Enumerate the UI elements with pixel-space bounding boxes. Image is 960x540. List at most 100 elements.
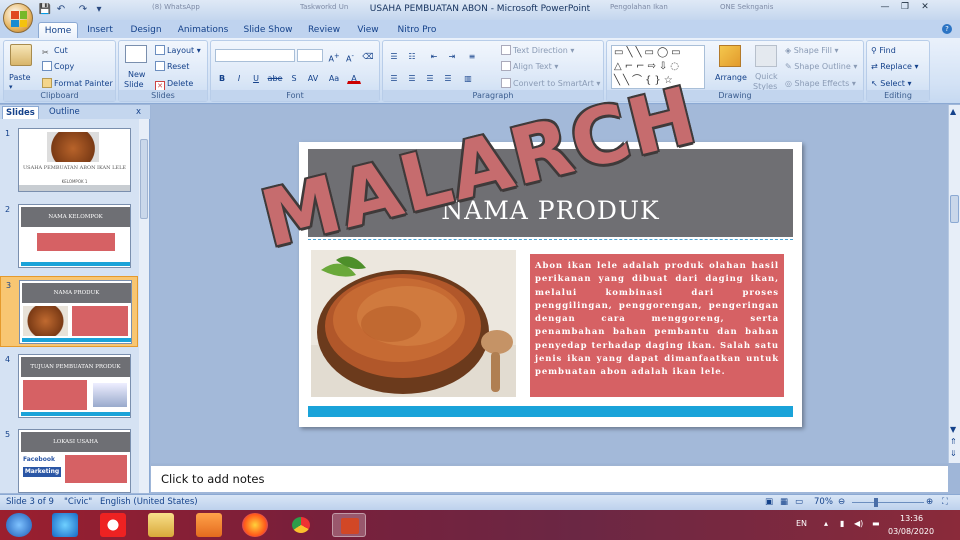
convert-smartart-button[interactable]: Convert to SmartArt ▾ [501, 78, 600, 89]
tab-review[interactable]: Review [306, 22, 342, 38]
abon-photo[interactable] [311, 250, 516, 397]
notes-pane[interactable]: Click to add notes [151, 464, 948, 492]
decrease-indent-icon[interactable]: ⇤ [427, 49, 441, 62]
numbering-icon[interactable]: ☷ [405, 49, 419, 62]
select-button[interactable]: ↖ Select ▾ [871, 78, 912, 89]
grow-font-icon[interactable]: A+ [327, 49, 341, 64]
align-center-icon[interactable]: ☰ [405, 71, 419, 84]
bullets-icon[interactable]: ☰ [387, 49, 401, 62]
shadow-button[interactable]: S [287, 71, 301, 84]
close-pane-icon[interactable]: x [136, 106, 141, 119]
input-language[interactable]: EN [796, 519, 807, 528]
tab-home[interactable]: Home [38, 22, 78, 38]
align-right-icon[interactable]: ☰ [423, 71, 437, 84]
tab-slide-show[interactable]: Slide Show [240, 22, 296, 38]
increase-indent-icon[interactable]: ⇥ [445, 49, 459, 62]
slide-thumbnail-2[interactable]: 2 NAMA KELOMPOK [0, 201, 138, 272]
line-spacing-icon[interactable]: ≡ [465, 49, 479, 62]
font-name-combo[interactable] [215, 49, 295, 62]
slide-thumbnail-1[interactable]: 1 USAHA PEMBUATAN ABON IKAN LELE KELOMPO… [0, 125, 138, 196]
layout-button[interactable]: Layout ▾ [155, 45, 201, 56]
tab-view[interactable]: View [352, 22, 384, 38]
battery-icon[interactable]: ▬ [872, 519, 880, 528]
clock-date[interactable]: 03/08/2020 [888, 527, 934, 536]
help-icon[interactable]: ? [942, 24, 952, 34]
start-button[interactable] [6, 513, 32, 537]
file-explorer-icon[interactable] [148, 513, 174, 537]
fit-to-window-icon[interactable]: ⛶ [942, 497, 948, 507]
slide-scrollbar[interactable]: ▲ ▼ ⇑ ⇓ [948, 105, 960, 463]
media-player-icon[interactable] [196, 513, 222, 537]
align-text-button[interactable]: Align Text ▾ [501, 61, 558, 72]
scrollbar-thumb[interactable] [140, 139, 148, 219]
shape-fill-button[interactable]: ◈ Shape Fill ▾ [785, 45, 839, 56]
scrollbar-thumb[interactable] [950, 195, 959, 223]
font-color-button[interactable]: A [347, 71, 361, 84]
tab-nitro-pro[interactable]: Nitro Pro [394, 22, 440, 38]
normal-view-icon[interactable]: ▣ [765, 497, 773, 507]
language-indicator[interactable]: English (United States) [100, 497, 198, 507]
justify-icon[interactable]: ☰ [441, 71, 455, 84]
internet-explorer-icon[interactable] [52, 513, 78, 537]
new-slide-icon[interactable] [125, 45, 147, 63]
reset-button[interactable]: Reset [155, 61, 189, 72]
zoom-level[interactable]: 70% [814, 497, 833, 507]
slide-sorter-icon[interactable]: ▦ [780, 497, 788, 507]
tab-slides[interactable]: Slides [2, 106, 39, 119]
shape-outline-button[interactable]: ✎ Shape Outline ▾ [785, 61, 857, 72]
char-spacing-button[interactable]: AV [304, 71, 322, 84]
font-size-combo[interactable] [297, 49, 323, 62]
align-left-icon[interactable]: ☰ [387, 71, 401, 84]
shape-effects-button[interactable]: ◎ Shape Effects ▾ [785, 78, 856, 89]
slide-thumbnail-4[interactable]: 4 TUJUAN PEMBUATAN PRODUK [0, 351, 138, 422]
tab-design[interactable]: Design [126, 22, 166, 38]
arrange-button[interactable]: Arrange [715, 72, 747, 83]
clear-format-icon[interactable]: ⌫ [361, 49, 375, 62]
change-case-button[interactable]: Aa [325, 71, 343, 84]
minimize-icon[interactable]: — [878, 0, 892, 14]
zoom-out-icon[interactable]: ⊖ [838, 497, 845, 507]
format-painter-button[interactable]: Format Painter [42, 78, 113, 89]
recorder-app-icon[interactable] [100, 513, 126, 537]
strikethrough-button[interactable]: abe [266, 71, 284, 84]
scroll-down-icon[interactable]: ▼ [950, 425, 956, 434]
find-button[interactable]: ⚲ Find [871, 45, 896, 56]
clock-time[interactable]: 13:36 [900, 514, 923, 523]
shrink-font-icon[interactable]: A- [343, 49, 357, 64]
zoom-slider[interactable] [852, 502, 924, 503]
zoom-in-icon[interactable]: ⊕ [926, 497, 933, 507]
slide-thumbnail-5[interactable]: 5 LOKASI USAHA Facebook Marketing [0, 426, 138, 497]
product-description-box[interactable]: Abon ikan lele adalah produk olahan hasi… [530, 254, 784, 397]
replace-button[interactable]: ⇄ Replace ▾ [871, 61, 918, 72]
underline-button[interactable]: U [249, 71, 263, 84]
zoom-slider-thumb[interactable] [874, 498, 878, 507]
arrange-icon[interactable] [719, 45, 741, 67]
paste-icon[interactable] [10, 44, 32, 66]
restore-icon[interactable]: ❐ [898, 0, 912, 14]
italic-button[interactable]: I [232, 71, 246, 84]
tab-animations[interactable]: Animations [176, 22, 230, 38]
bold-button[interactable]: B [215, 71, 229, 84]
chrome-icon[interactable] [288, 513, 314, 537]
network-icon[interactable]: ▮ [840, 519, 844, 528]
cut-button[interactable]: ✂ Cut [42, 45, 68, 57]
text-direction-button[interactable]: Text Direction ▾ [501, 45, 574, 56]
slide-thumbnail-3[interactable]: 3 NAMA PRODUK [0, 276, 138, 347]
columns-icon[interactable]: ▥ [461, 71, 475, 84]
close-icon[interactable]: ✕ [918, 0, 932, 14]
next-slide-icon[interactable]: ⇓ [950, 449, 957, 458]
tab-insert[interactable]: Insert [82, 22, 118, 38]
scroll-up-icon[interactable]: ▲ [950, 107, 956, 116]
tab-outline[interactable]: Outline [46, 106, 83, 119]
slide-show-icon[interactable]: ▭ [795, 497, 803, 507]
new-slide-label[interactable]: Slide [124, 79, 144, 90]
powerpoint-taskbar-icon[interactable] [332, 513, 366, 537]
volume-icon[interactable]: ◀) [854, 519, 863, 528]
previous-slide-icon[interactable]: ⇑ [950, 437, 957, 446]
firefox-icon[interactable] [242, 513, 268, 537]
tray-expand-icon[interactable]: ▴ [824, 519, 828, 528]
quick-styles-icon[interactable] [755, 45, 777, 67]
office-button[interactable] [3, 3, 33, 33]
notes-placeholder[interactable]: Click to add notes [161, 472, 264, 486]
slides-pane-scrollbar[interactable] [139, 119, 149, 493]
